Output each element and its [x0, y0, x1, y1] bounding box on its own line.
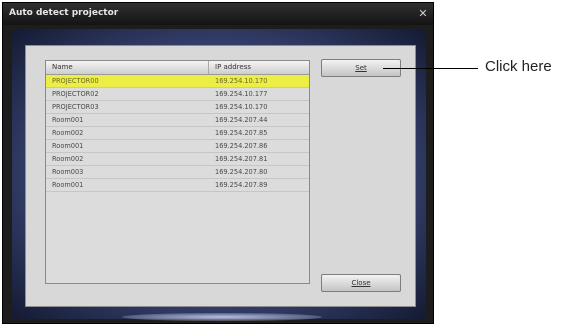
row-ip: 169.254.10.170 [215, 103, 268, 111]
row-name: PROJECTOR02 [52, 90, 99, 98]
dialog-client-area: Name IP address PROJECTOR00 169.254.10.17… [12, 29, 426, 321]
row-ip: 169.254.10.170 [215, 77, 268, 85]
column-header-name[interactable]: Name [46, 61, 209, 74]
row-name: Room001 [52, 142, 84, 150]
row-ip: 169.254.10.177 [215, 90, 268, 98]
row-ip: 169.254.207.44 [215, 116, 268, 124]
column-header-ip[interactable]: IP address [209, 61, 309, 74]
row-name: PROJECTOR03 [52, 103, 99, 111]
row-ip: 169.254.207.81 [215, 155, 268, 163]
auto-detect-window: Auto detect projector ✕ Name IP address … [2, 2, 434, 324]
window-title: Auto detect projector [9, 8, 119, 18]
row-ip: 169.254.207.86 [215, 142, 268, 150]
close-icon[interactable]: ✕ [417, 8, 429, 20]
row-ip: 169.254.207.80 [215, 168, 268, 176]
title-bar: Auto detect projector ✕ [3, 3, 433, 25]
callout-label: Click here [485, 58, 552, 75]
list-row[interactable]: PROJECTOR03 169.254.10.170 [46, 101, 309, 114]
list-rows: PROJECTOR00 169.254.10.170 PROJECTOR02 169.… [46, 75, 309, 192]
row-ip: 169.254.207.85 [215, 129, 268, 137]
row-name: Room002 [52, 155, 84, 163]
close-button[interactable]: Close [321, 274, 401, 292]
list-row[interactable]: Room002 169.254.207.81 [46, 153, 309, 166]
list-row[interactable]: PROJECTOR00 169.254.10.170 [46, 75, 309, 88]
row-name: PROJECTOR00 [52, 77, 99, 85]
row-name: Room002 [52, 129, 84, 137]
row-name: Room001 [52, 116, 84, 124]
decorative-glow [122, 313, 322, 321]
list-row[interactable]: PROJECTOR02 169.254.10.177 [46, 88, 309, 101]
list-row[interactable]: Room002 169.254.207.85 [46, 127, 309, 140]
row-name: Room003 [52, 168, 84, 176]
list-row[interactable]: Room001 169.254.207.86 [46, 140, 309, 153]
list-header: Name IP address [46, 61, 309, 75]
list-row[interactable]: Room003 169.254.207.80 [46, 166, 309, 179]
list-row[interactable]: Room001 169.254.207.89 [46, 179, 309, 192]
callout-line [383, 68, 478, 69]
row-name: Room001 [52, 181, 84, 189]
projector-list[interactable]: Name IP address PROJECTOR00 169.254.10.17… [45, 60, 310, 284]
content-panel: Name IP address PROJECTOR00 169.254.10.17… [25, 45, 416, 307]
list-row[interactable]: Room001 169.254.207.44 [46, 114, 309, 127]
row-ip: 169.254.207.89 [215, 181, 268, 189]
